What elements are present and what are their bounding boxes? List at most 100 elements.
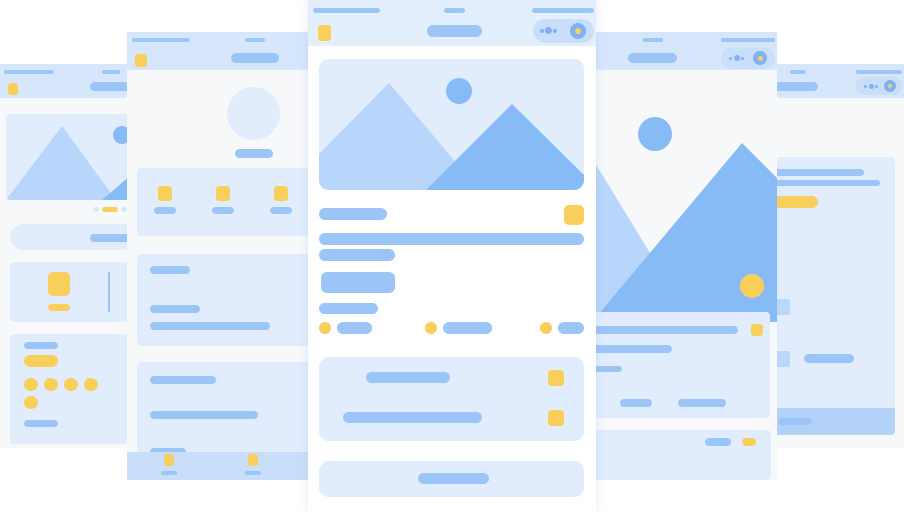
tab-label [161,471,177,475]
topbar-title-bar [132,38,190,42]
topbar-status-bar [532,8,594,13]
option-line [366,372,450,383]
meta-dot [540,322,552,334]
tags-card-title [24,342,58,349]
menu-icon[interactable] [135,54,147,67]
toggle-knob-center [888,84,892,88]
info-card-title [150,266,190,274]
topbar-heading-bar [628,53,677,63]
far-right-screen [774,64,904,448]
topbar-status-bar [790,70,806,74]
topbar-title-bar [4,70,54,74]
topbar-status-bar [643,38,663,42]
list-card-line [774,180,880,186]
media-info-title [592,326,738,334]
tab-icon[interactable] [248,454,258,466]
stat-divider [108,272,110,312]
option-checkbox[interactable] [548,410,564,426]
list-card-chip [774,196,818,208]
far-left-screen [0,64,130,448]
topbar-status-bar [102,70,120,74]
avatar[interactable] [227,87,280,140]
settings-card-line [150,411,258,419]
settings-card-title [150,376,216,384]
option-checkbox[interactable] [548,370,564,386]
toggle-knob-center [758,56,763,61]
meta-value [337,322,372,334]
toggle-dot [734,55,740,61]
option-card [319,357,584,441]
topbar-title-bar [856,70,902,74]
topbar-title-bar [313,8,380,13]
tab-icon[interactable] [164,454,174,466]
meta-value [443,322,492,334]
info-card-line [150,322,270,330]
image-placeholder-icon [319,59,584,190]
detail-title [319,208,387,220]
left-screen [127,32,312,480]
toggle-dot [875,85,878,88]
meta-label [319,303,378,314]
list-card-line [774,169,864,176]
bottom-tab-bar [127,452,312,480]
topbar-title-bar [721,38,775,42]
image-placeholder-icon [6,114,130,200]
action-button-label [418,473,489,484]
tag-dot[interactable] [84,378,98,391]
tab-label [245,471,261,475]
list-card-footer-text [778,418,812,425]
quick-action-icon[interactable] [158,186,172,201]
meta-dot [425,322,437,334]
stats-card [10,262,130,322]
meta-value [558,322,584,334]
carousel-dot[interactable] [93,207,99,212]
option-line [343,412,482,423]
toggle-dot [545,27,552,34]
tag-dot[interactable] [24,378,38,391]
toggle-dot [540,29,544,33]
quick-action-icon[interactable] [216,186,230,201]
quick-actions-card [137,168,312,236]
search-field-text [90,234,130,242]
toggle-dot [741,57,744,60]
menu-icon[interactable] [8,83,18,95]
tags-card-footer [24,420,58,427]
primary-button[interactable] [321,272,395,293]
topbar-heading-bar [231,53,279,63]
quick-action-label [270,207,292,214]
right-screen [592,32,777,480]
topbar-heading-bar [774,82,818,91]
toggle-dot [869,84,874,89]
detail-line [319,249,395,261]
tag-dot[interactable] [64,378,78,391]
comment-text [705,438,731,446]
info-card-line [150,305,200,313]
toggle-dot [864,85,867,88]
quick-action-label [212,207,234,214]
media-info-icon[interactable] [751,324,763,336]
comment-badge [742,438,756,446]
toggle-knob-center [575,28,581,34]
media-info-line [592,366,622,372]
tags-card-chip [24,355,58,367]
tag-dot[interactable] [24,396,38,409]
media-info-tag [620,399,652,407]
topbar-heading-bar [427,25,482,37]
stat-label [48,304,70,311]
meta-dot [319,322,331,334]
carousel-dot-active[interactable] [102,207,118,212]
center-screen [308,0,596,512]
topbar-heading-bar [90,82,130,91]
media-info-line [592,345,672,353]
menu-icon[interactable] [318,25,331,41]
media-info-tag [678,399,726,407]
stat-icon [48,272,70,296]
topbar-status-bar [444,8,465,13]
tag-dot[interactable] [44,378,58,391]
image-placeholder-icon [592,70,777,322]
quick-action-icon[interactable] [274,186,288,201]
toggle-dot [553,29,557,33]
topbar-status-bar [245,38,265,42]
profile-name-bar [235,149,273,158]
favorite-icon[interactable] [564,205,584,225]
